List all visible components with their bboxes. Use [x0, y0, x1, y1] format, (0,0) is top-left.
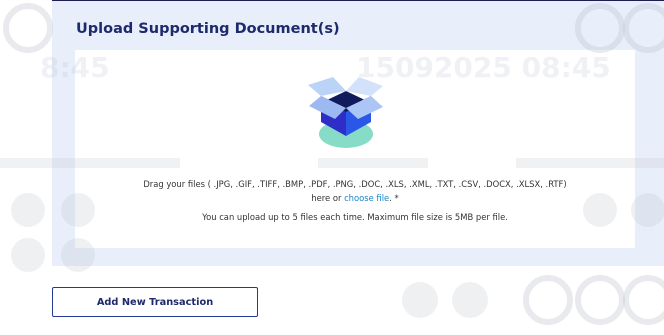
add-new-transaction-button[interactable]: Add New Transaction [52, 287, 258, 317]
choose-file-line: here or choose file. * [75, 193, 635, 203]
choose-file-link[interactable]: choose file [344, 193, 389, 203]
upload-title: Upload Supporting Document(s) [76, 21, 340, 37]
required-mark: . * [389, 193, 399, 203]
here-or-text: here or [311, 193, 342, 203]
open-box-icon [308, 77, 383, 148]
drag-instructions: Drag your files ( .JPG, .GIF, .TIFF, .BM… [143, 179, 567, 189]
upload-limits: You can upload up to 5 files each time. … [202, 212, 508, 222]
upload-panel: Upload Supporting Document(s) Drag your … [52, 0, 664, 266]
file-dropzone[interactable]: Drag your files ( .JPG, .GIF, .TIFF, .BM… [75, 50, 635, 248]
